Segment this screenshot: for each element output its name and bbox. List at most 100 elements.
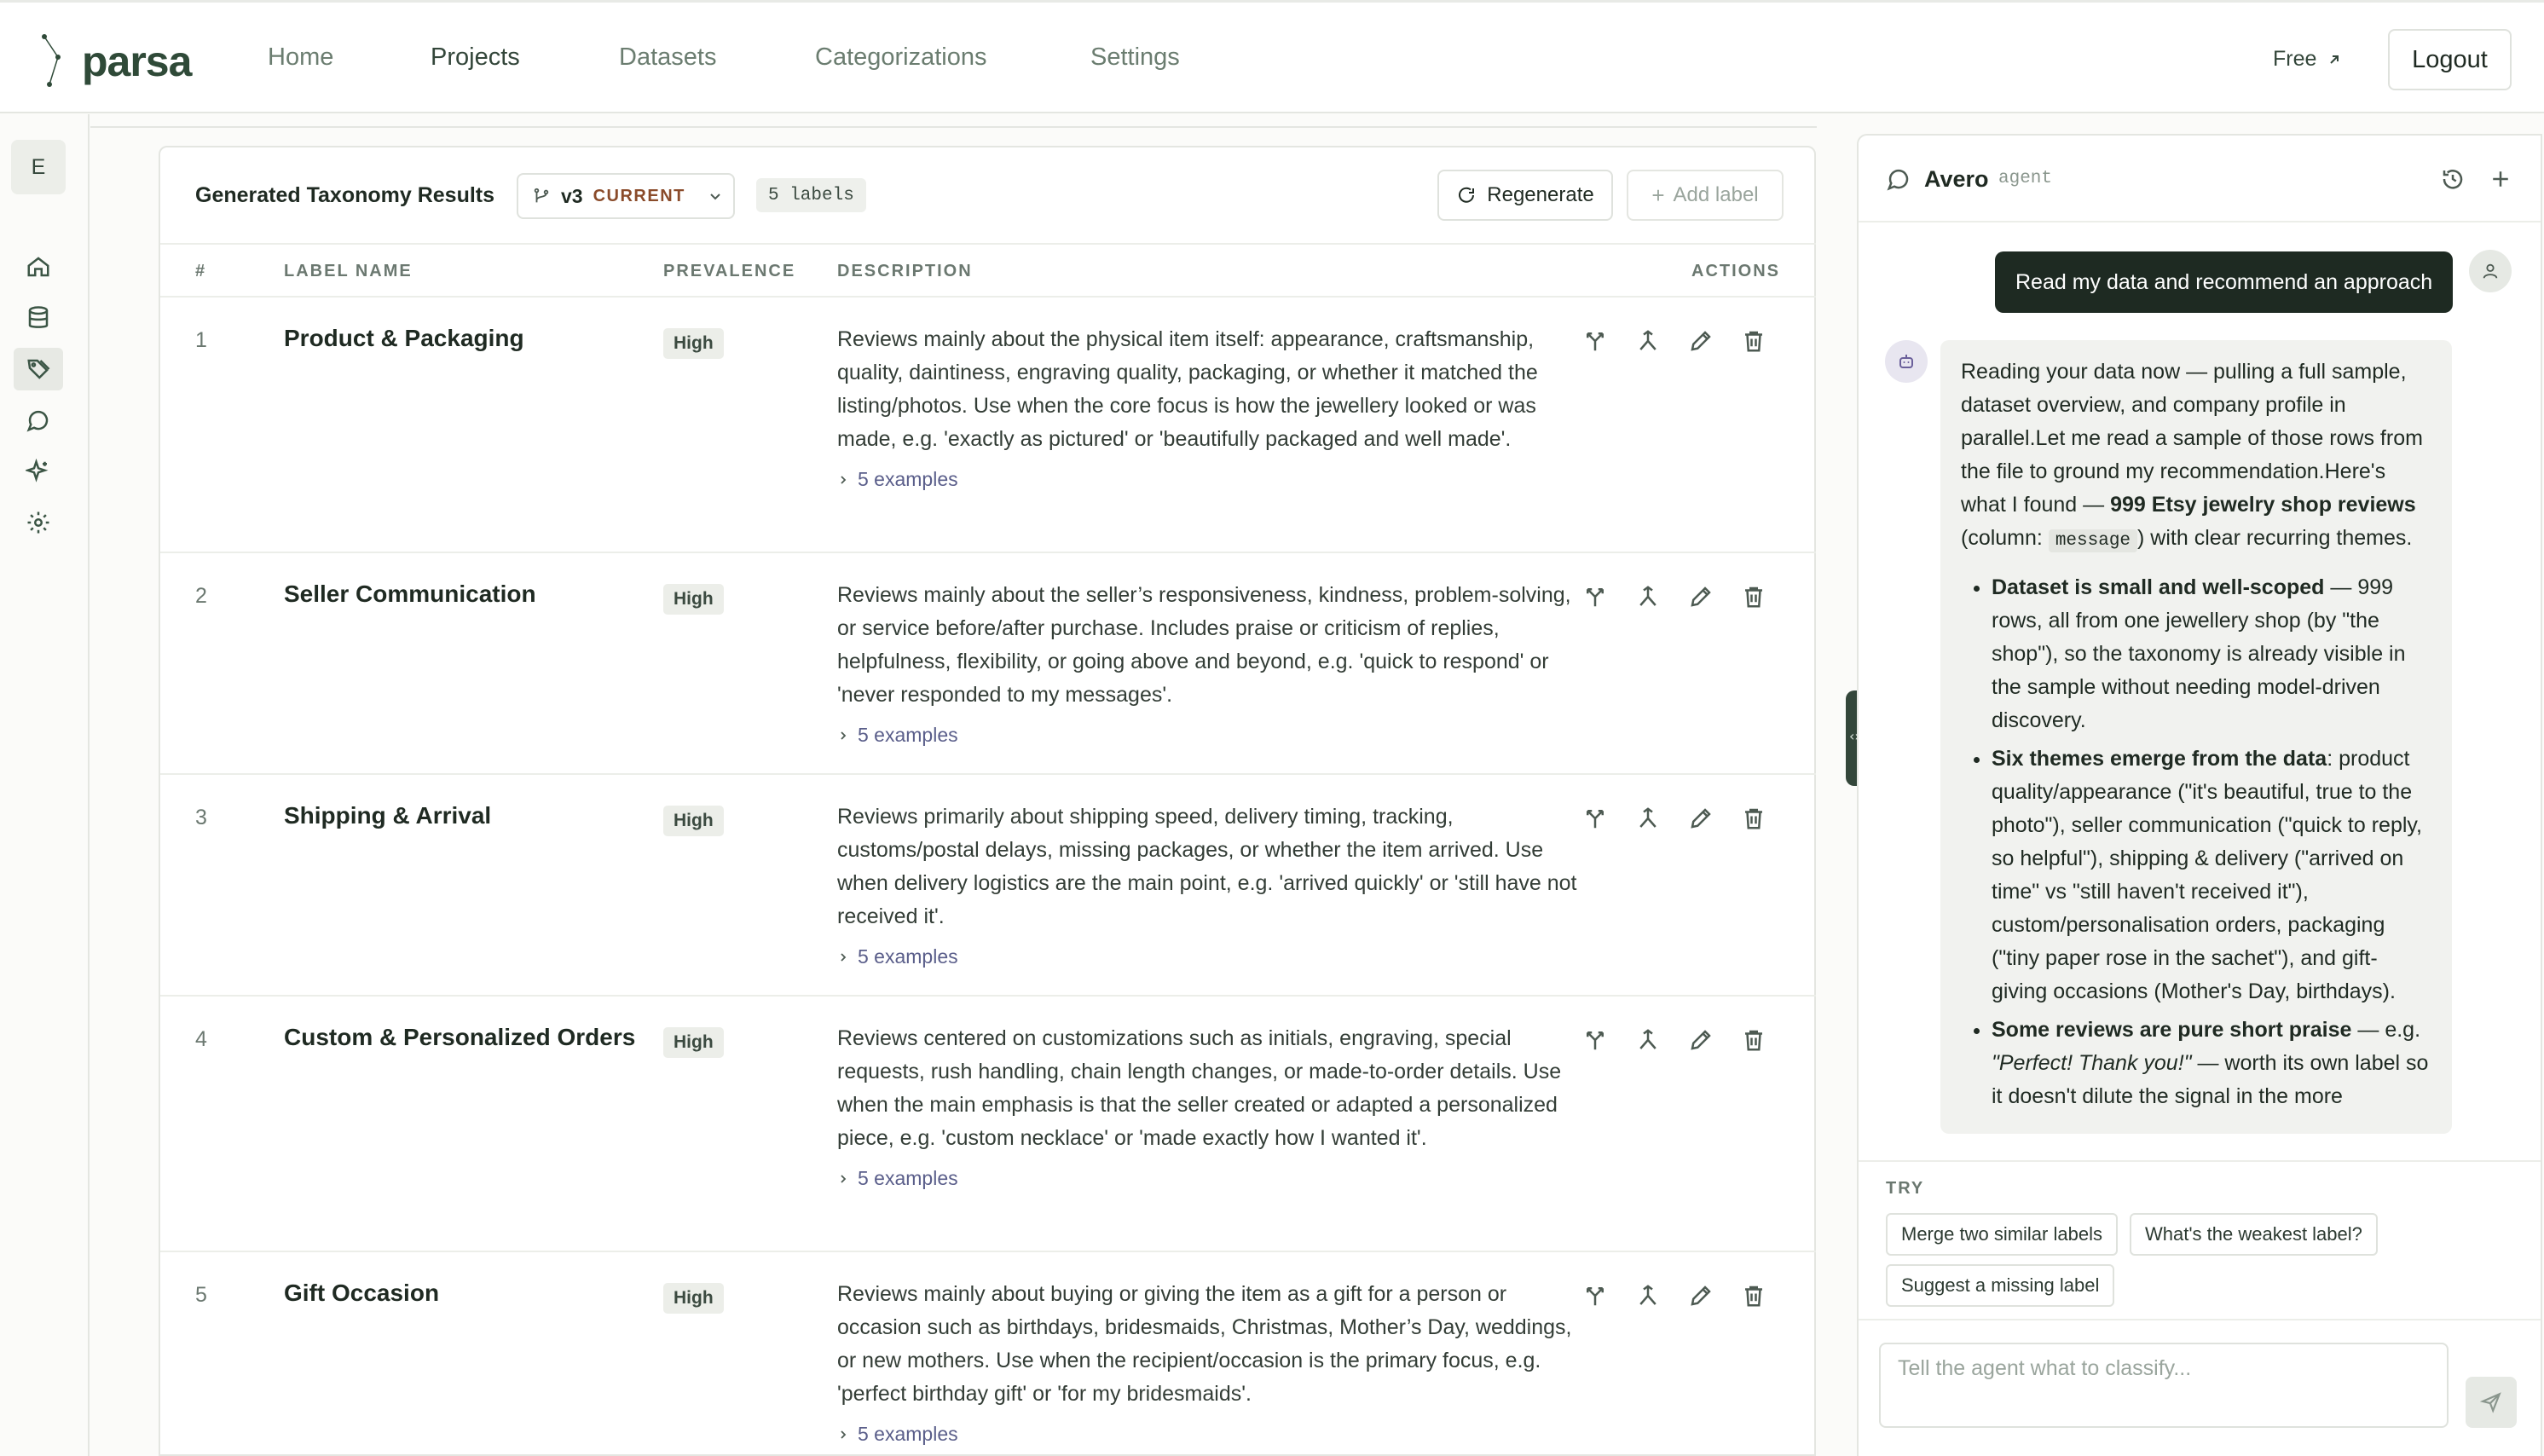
table-row: 1 Product & Packaging High Reviews mainl…	[160, 298, 1816, 553]
nav-home[interactable]: Home	[268, 43, 333, 72]
merge-icon[interactable]	[1635, 584, 1661, 610]
logout-button[interactable]: Logout	[2388, 29, 2512, 90]
label-description: Reviews mainly about the physical item i…	[837, 323, 1587, 496]
chat-bubble-icon	[1886, 166, 1911, 196]
split-icon[interactable]	[1582, 584, 1608, 610]
suggestion-chip[interactable]: Merge two similar labels	[1886, 1213, 2118, 1256]
nav-datasets[interactable]: Datasets	[619, 43, 716, 72]
nav-categorizations[interactable]: Categorizations	[815, 43, 987, 72]
top-navbar: parsa Home Projects Datasets Categorizat…	[0, 0, 2544, 113]
trash-icon[interactable]	[1741, 806, 1766, 831]
trash-icon[interactable]	[1741, 328, 1766, 354]
nav-projects[interactable]: Projects	[431, 43, 520, 72]
suggestion-chip[interactable]: What's the weakest label?	[2130, 1213, 2378, 1256]
label-name: Custom & Personalized Orders	[284, 1024, 636, 1050]
row-actions	[1582, 1027, 1766, 1053]
tags-icon[interactable]	[14, 348, 63, 390]
edit-icon[interactable]	[1688, 328, 1714, 354]
chevron-right-icon	[841, 1430, 847, 1439]
edit-icon[interactable]	[1688, 806, 1714, 831]
agent-message-viewport[interactable]: Reading your data now — pulling a full s…	[1940, 340, 2452, 1160]
row-number: 1	[195, 328, 207, 352]
examples-toggle[interactable]: 5 examples	[837, 463, 1587, 496]
trash-icon[interactable]	[1741, 1283, 1766, 1309]
chat-input-area	[1859, 1319, 2541, 1456]
bullet-bold: Dataset is small and well-scoped	[1992, 575, 2325, 599]
bullet-text: : product quality/appearance ("it's beau…	[1992, 747, 2422, 1003]
agent-chat-panel: Avero agent Read my data and recommend a…	[1857, 134, 2542, 1456]
add-label-button[interactable]: + Add label	[1627, 170, 1784, 221]
prevalence-badge: High	[663, 806, 724, 836]
examples-label: 5 examples	[858, 945, 958, 968]
chevron-right-icon	[841, 731, 847, 740]
edit-icon[interactable]	[1688, 1283, 1714, 1309]
split-icon[interactable]	[1582, 1283, 1608, 1309]
gear-icon[interactable]	[14, 501, 63, 544]
examples-toggle[interactable]: 5 examples	[837, 1162, 1587, 1195]
edit-icon[interactable]	[1688, 1027, 1714, 1053]
database-icon[interactable]	[14, 297, 63, 339]
logo[interactable]: parsa	[38, 32, 192, 91]
taxonomy-results-card: Generated Taxonomy Results v3 CURRENT 5 …	[159, 146, 1816, 1456]
new-chat-icon[interactable]	[2488, 166, 2513, 196]
merge-icon[interactable]	[1635, 1283, 1661, 1309]
prevalence-badge: High	[663, 1027, 724, 1058]
examples-toggle[interactable]: 5 examples	[837, 940, 1587, 974]
col-num: #	[195, 262, 207, 280]
row-number: 2	[195, 584, 207, 608]
merge-icon[interactable]	[1635, 328, 1661, 354]
label-name: Shipping & Arrival	[284, 802, 492, 829]
left-rail: E	[0, 114, 90, 1456]
regenerate-label: Regenerate	[1487, 183, 1594, 206]
table-header: # LABEL NAME PREVALENCE DESCRIPTION ACTI…	[160, 243, 1816, 298]
split-icon[interactable]	[1582, 328, 1608, 354]
description-text: Reviews mainly about the physical item i…	[837, 327, 1538, 451]
row-actions	[1582, 806, 1766, 831]
column-code: message	[2048, 529, 2138, 552]
chat-input[interactable]	[1879, 1343, 2449, 1428]
home-icon[interactable]	[14, 246, 63, 288]
label-description: Reviews centered on customizations such …	[837, 1022, 1587, 1195]
version-select[interactable]: v3 CURRENT	[517, 173, 735, 219]
merge-icon[interactable]	[1635, 806, 1661, 831]
examples-toggle[interactable]: 5 examples	[837, 1418, 1587, 1451]
user-message: Read my data and recommend an approach	[1995, 251, 2454, 313]
workspace-avatar[interactable]: E	[11, 140, 66, 194]
examples-toggle[interactable]: 5 examples	[837, 719, 1587, 752]
examples-label: 5 examples	[858, 1423, 958, 1445]
nav-settings[interactable]: Settings	[1090, 43, 1180, 72]
bullet-quote: "Perfect! Thank you!"	[1992, 1051, 2192, 1075]
label-name: Seller Communication	[284, 581, 536, 607]
refresh-icon	[1459, 187, 1475, 203]
results-title: Generated Taxonomy Results	[195, 183, 495, 207]
row-number: 5	[195, 1283, 207, 1307]
agent-message-text: ) with clear recurring themes.	[2137, 526, 2413, 550]
examples-label: 5 examples	[858, 724, 958, 746]
sparkles-icon[interactable]	[14, 450, 63, 493]
split-icon[interactable]	[1582, 806, 1608, 831]
chat-icon[interactable]	[14, 399, 63, 442]
suggestion-chip[interactable]: Suggest a missing label	[1886, 1264, 2115, 1307]
agent-message-text: (column:	[1961, 526, 2049, 550]
row-number: 4	[195, 1027, 207, 1051]
plan-label: Free	[2273, 47, 2317, 71]
merge-icon[interactable]	[1635, 1027, 1661, 1053]
edit-icon[interactable]	[1688, 584, 1714, 610]
bullet-text: — e.g.	[2351, 1018, 2421, 1042]
row-actions	[1582, 328, 1766, 354]
agent-name: Avero	[1924, 166, 1989, 192]
history-icon[interactable]	[2440, 166, 2466, 196]
regenerate-button[interactable]: Regenerate	[1437, 170, 1613, 221]
col-actions: ACTIONS	[1691, 262, 1780, 280]
bot-avatar-icon	[1885, 340, 1928, 383]
trash-icon[interactable]	[1741, 584, 1766, 610]
table-row: 3 Shipping & Arrival High Reviews primar…	[160, 775, 1816, 997]
split-icon[interactable]	[1582, 1027, 1608, 1053]
description-text: Reviews mainly about the seller’s respon…	[837, 583, 1571, 707]
label-description: Reviews mainly about the seller’s respon…	[837, 579, 1587, 752]
label-name: Product & Packaging	[284, 325, 524, 351]
agent-message: Reading your data now — pulling a full s…	[1940, 340, 2452, 1134]
trash-icon[interactable]	[1741, 1027, 1766, 1053]
plan-link[interactable]: Free	[2273, 47, 2342, 72]
send-button[interactable]	[2466, 1377, 2517, 1428]
